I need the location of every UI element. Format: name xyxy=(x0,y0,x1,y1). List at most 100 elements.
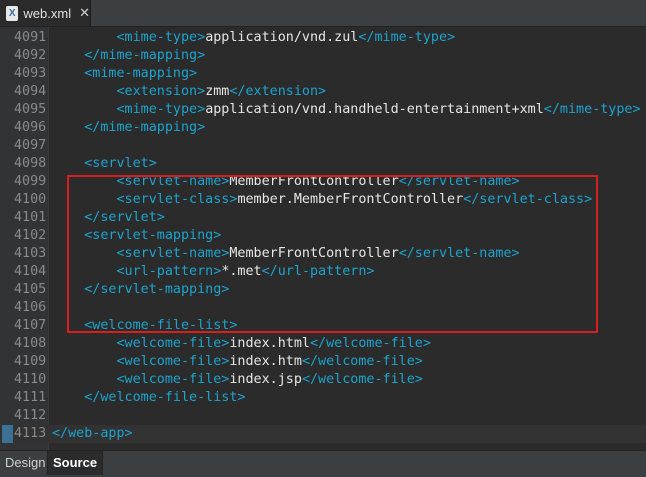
xml-open-tag: <url-pattern> xyxy=(116,264,222,279)
xml-open-tag: </mime-mapping> xyxy=(84,48,206,63)
xml-open-tag: </welcome-file-list> xyxy=(84,390,246,405)
xml-open-tag: <extension> xyxy=(116,84,206,99)
xml-open-tag: <servlet-name> xyxy=(116,174,230,189)
code-line[interactable]: 4109 <welcome-file>index.htm</welcome-fi… xyxy=(0,353,646,371)
code-text: </mime-mapping> xyxy=(52,47,205,65)
code-line[interactable]: 4098 <servlet> xyxy=(0,155,646,173)
xml-close-tag: </welcome-file> xyxy=(301,354,423,369)
line-number: 4111 xyxy=(14,390,47,405)
code-text: <servlet-name>MemberFrontController</ser… xyxy=(52,173,520,191)
code-line[interactable]: 4092 </mime-mapping> xyxy=(0,47,646,65)
xml-open-tag: <servlet-mapping> xyxy=(84,228,222,243)
xml-file-icon: X xyxy=(6,5,19,21)
line-number: 4098 xyxy=(14,156,47,171)
xml-close-tag: </servlet-name> xyxy=(398,174,520,189)
xml-close-tag: </extension> xyxy=(229,84,327,99)
line-number: 4108 xyxy=(14,336,47,351)
tab-web-xml[interactable]: X web.xml ✕ xyxy=(0,0,91,26)
xml-text-content: application/vnd.zul xyxy=(205,30,359,45)
code-line[interactable]: 4102 <servlet-mapping> xyxy=(0,227,646,245)
close-icon[interactable]: ✕ xyxy=(79,5,90,21)
xml-open-tag: <welcome-file> xyxy=(116,336,230,351)
xml-open-tag: </mime-mapping> xyxy=(84,120,206,135)
code-line[interactable]: 4094 <extension>zmm</extension> xyxy=(0,83,646,101)
code-line[interactable]: 4108 <welcome-file>index.html</welcome-f… xyxy=(0,335,646,353)
code-line[interactable]: 4111 </welcome-file-list> xyxy=(0,389,646,407)
line-number: 4092 xyxy=(14,48,47,63)
code-line[interactable]: 4093 <mime-mapping> xyxy=(0,65,646,83)
code-editor[interactable]: 4091 <mime-type>application/vnd.zul</mim… xyxy=(0,27,646,450)
line-number: 4101 xyxy=(14,210,47,225)
xml-open-tag: <servlet-class> xyxy=(116,192,238,207)
xml-close-tag: </servlet-class> xyxy=(463,192,593,207)
line-number: 4091 xyxy=(14,30,47,45)
line-number: 4110 xyxy=(14,372,47,387)
xml-open-tag: <mime-type> xyxy=(116,102,206,117)
line-number: 4100 xyxy=(14,192,47,207)
code-line[interactable]: 4095 <mime-type>application/vnd.handheld… xyxy=(0,101,646,119)
code-line[interactable]: 4110 <welcome-file>index.jsp</welcome-fi… xyxy=(0,371,646,389)
xml-text-content: index.htm xyxy=(229,354,302,369)
code-text: </servlet-mapping> xyxy=(52,281,229,299)
xml-text-content: MemberFrontController xyxy=(229,174,399,189)
code-text: <welcome-file>index.htm</welcome-file> xyxy=(52,353,423,371)
xml-open-tag: </servlet-mapping> xyxy=(84,282,230,297)
code-text: <servlet-name>MemberFrontController</ser… xyxy=(52,245,520,263)
xml-close-tag: </url-pattern> xyxy=(261,264,375,279)
line-number: 4094 xyxy=(14,84,47,99)
code-text: <mime-type>application/vnd.zul</mime-typ… xyxy=(52,29,456,47)
code-text: </welcome-file-list> xyxy=(52,389,246,407)
code-text: <servlet-mapping> xyxy=(52,227,221,245)
code-line[interactable]: 4105 </servlet-mapping> xyxy=(0,281,646,299)
code-text: </web-app> xyxy=(52,425,133,443)
xml-text-content: *.met xyxy=(221,264,262,279)
xml-close-tag: </welcome-file> xyxy=(310,336,431,351)
line-number: 4105 xyxy=(14,282,47,297)
code-line[interactable]: 4104 <url-pattern>*.met</url-pattern> xyxy=(0,263,646,281)
code-line[interactable]: 4106 xyxy=(0,299,646,317)
code-line[interactable]: 4103 <servlet-name>MemberFrontController… xyxy=(0,245,646,263)
xml-open-tag: </servlet> xyxy=(84,210,165,225)
xml-text-content: zmm xyxy=(205,84,230,99)
xml-open-tag: <servlet> xyxy=(84,156,157,171)
tab-design[interactable]: Design xyxy=(0,451,50,475)
line-number: 4113 xyxy=(14,426,47,441)
xml-open-tag: <welcome-file> xyxy=(116,354,230,369)
xml-text-content: index.jsp xyxy=(229,372,302,387)
xml-text-content: index.html xyxy=(229,336,310,351)
xml-close-tag: </welcome-file> xyxy=(301,372,423,387)
code-line[interactable]: 4112 xyxy=(0,407,646,425)
code-text: </servlet> xyxy=(52,209,165,227)
code-line[interactable]: 4099 <servlet-name>MemberFrontController… xyxy=(0,173,646,191)
code-text: <mime-mapping> xyxy=(52,65,197,83)
code-text: <welcome-file>index.jsp</welcome-file> xyxy=(52,371,423,389)
code-text: <servlet-class>member.MemberFrontControl… xyxy=(52,191,593,209)
code-text: </mime-mapping> xyxy=(52,119,205,137)
code-line[interactable]: 4113 </web-app> xyxy=(0,425,646,443)
xml-close-tag: </servlet-name> xyxy=(398,246,520,261)
xml-open-tag: <mime-type> xyxy=(116,30,206,45)
code-line[interactable]: 4101 </servlet> xyxy=(0,209,646,227)
code-line[interactable]: 4100 <servlet-class>member.MemberFrontCo… xyxy=(0,191,646,209)
code-text: <welcome-file>index.html</welcome-file> xyxy=(52,335,431,353)
code-text: <url-pattern>*.met</url-pattern> xyxy=(52,263,375,281)
line-number: 4104 xyxy=(14,264,47,279)
line-number: 4109 xyxy=(14,354,47,369)
code-text: <mime-type>application/vnd.handheld-ente… xyxy=(52,101,641,119)
line-number: 4097 xyxy=(14,138,47,153)
tab-filename: web.xml xyxy=(23,5,72,21)
xml-open-tag: <servlet-name> xyxy=(116,246,230,261)
code-line[interactable]: 4091 <mime-type>application/vnd.zul</mim… xyxy=(0,29,646,47)
line-number: 4095 xyxy=(14,102,47,117)
xml-text-content: MemberFrontController xyxy=(229,246,399,261)
code-line[interactable]: 4097 xyxy=(0,137,646,155)
code-text: <servlet> xyxy=(52,155,157,173)
line-number: 4107 xyxy=(14,318,47,333)
editor-mode-tabs: Design Source xyxy=(0,450,646,477)
code-line[interactable]: 4096 </mime-mapping> xyxy=(0,119,646,137)
line-number: 4106 xyxy=(14,300,47,315)
code-text: <welcome-file-list> xyxy=(52,317,237,335)
code-line[interactable]: 4107 <welcome-file-list> xyxy=(0,317,646,335)
xml-text-content: member.MemberFrontController xyxy=(237,192,464,207)
tab-source[interactable]: Source xyxy=(47,451,104,475)
